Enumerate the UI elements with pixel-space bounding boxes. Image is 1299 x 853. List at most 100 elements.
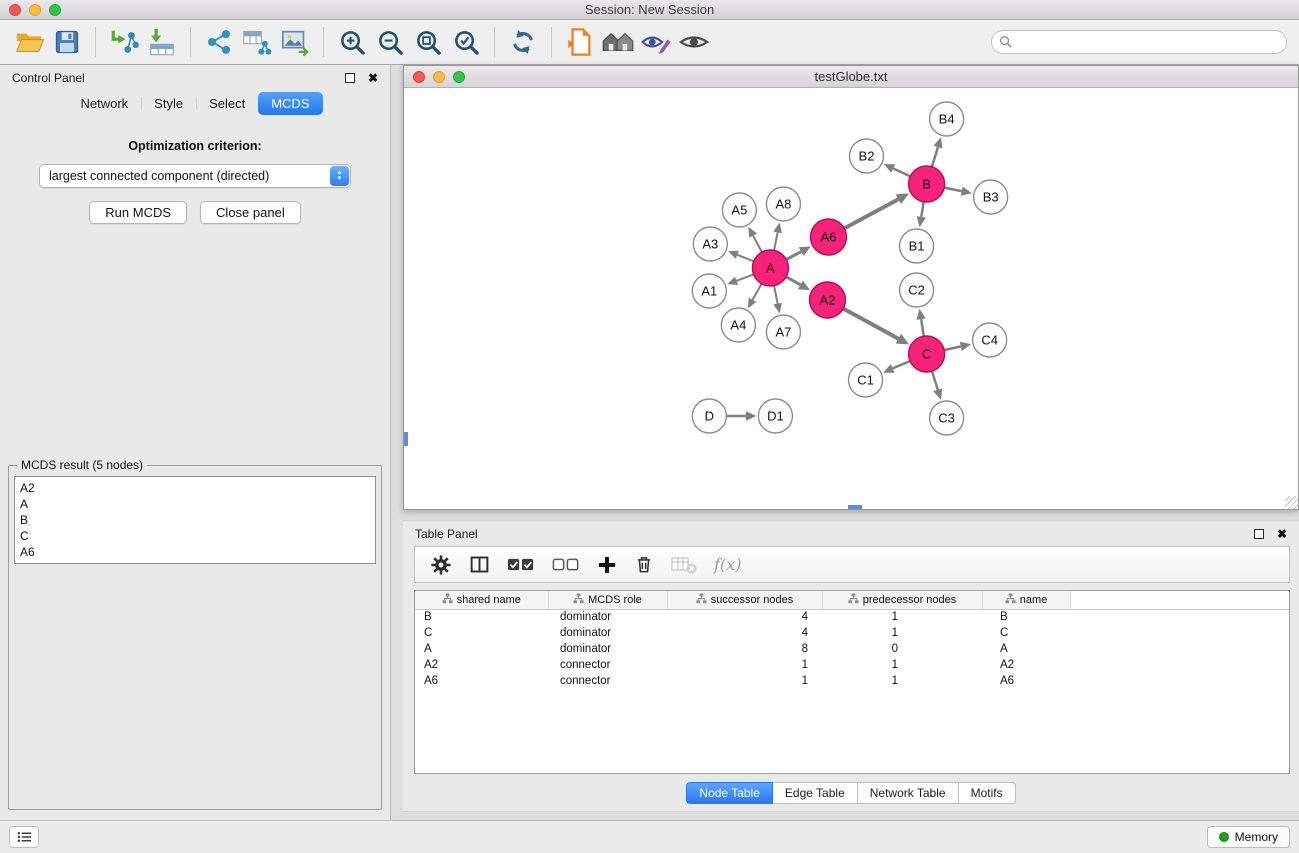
new-network-button[interactable] (200, 24, 238, 60)
close-panel-button[interactable]: Close panel (200, 201, 301, 224)
refresh-view-button[interactable] (504, 24, 542, 60)
close-window-button[interactable] (9, 4, 21, 16)
graph-node-D[interactable]: D (692, 399, 726, 433)
graph-edge-A-A5[interactable] (753, 236, 762, 253)
optimization-criterion-select[interactable]: largest connected component (directed) ▲… (39, 164, 351, 188)
graph-edge-A-A4[interactable] (753, 284, 762, 300)
table-row[interactable]: Adominator80A (415, 641, 1289, 657)
graph-node-B4[interactable]: B4 (930, 102, 964, 136)
tab-select[interactable]: Select (196, 92, 258, 115)
graph-edge-A-A8[interactable] (774, 232, 778, 250)
graph-edge-C-C1[interactable] (893, 361, 910, 368)
show-hide-button[interactable] (675, 24, 713, 60)
zoom-out-button[interactable] (371, 24, 409, 60)
home-view-button[interactable] (599, 24, 637, 60)
table-cell[interactable]: 1 (822, 673, 982, 689)
table-row[interactable]: A6connector11A6 (415, 673, 1289, 689)
import-table-button[interactable] (143, 24, 181, 60)
table-cell[interactable]: 8 (667, 641, 822, 657)
graph-edge-A-A3[interactable] (737, 255, 753, 261)
graph-node-A6[interactable]: A6 (810, 219, 846, 255)
table-cell[interactable]: A6 (415, 673, 548, 689)
table-cell[interactable]: 4 (667, 625, 822, 641)
graph-node-C1[interactable]: C1 (848, 363, 882, 397)
table-cell[interactable]: A2 (415, 657, 548, 673)
minimize-window-button[interactable] (29, 4, 41, 16)
column-sort-icon[interactable] (442, 593, 453, 604)
resize-grip[interactable] (1285, 496, 1298, 509)
graph-edge-C-C3[interactable] (932, 371, 938, 390)
open-file-button[interactable] (561, 24, 599, 60)
column-sort-icon[interactable] (696, 593, 707, 604)
tab-node-table[interactable]: Node Table (686, 782, 773, 804)
new-network-from-table-button[interactable] (238, 24, 276, 60)
table-cell[interactable]: connector (548, 657, 667, 673)
table-cell[interactable]: C (415, 625, 548, 641)
graph-node-A1[interactable]: A1 (692, 274, 726, 308)
close-table-panel-icon[interactable]: ✖ (1277, 528, 1287, 540)
float-table-panel-icon[interactable] (1254, 529, 1264, 539)
vertical-scrollbar-thumb[interactable] (404, 432, 408, 446)
delete-column-button[interactable] (634, 554, 654, 575)
function-builder-button[interactable]: f(x) (714, 555, 741, 574)
graph-node-B1[interactable]: B1 (900, 229, 934, 263)
graph-node-C3[interactable]: C3 (930, 401, 964, 435)
graph-node-C[interactable]: C (909, 336, 945, 372)
graph-edge-A6-B[interactable] (844, 199, 898, 228)
graph-node-C4[interactable]: C4 (973, 323, 1007, 357)
table-row[interactable]: Bdominator41B (415, 609, 1289, 625)
graph-edge-B-B1[interactable] (921, 202, 923, 217)
open-session-button[interactable] (10, 24, 48, 60)
zoom-network-window-button[interactable] (453, 71, 465, 83)
table-cell[interactable]: A2 (982, 657, 1070, 673)
table-cell[interactable]: B (982, 609, 1070, 625)
export-image-button[interactable] (276, 24, 314, 60)
table-cell[interactable]: 1 (822, 657, 982, 673)
close-panel-icon[interactable]: ✖ (368, 72, 378, 84)
save-session-button[interactable] (48, 24, 86, 60)
graph-edge-C-C2[interactable] (921, 319, 924, 336)
horizontal-scrollbar-thumb[interactable] (848, 505, 862, 509)
select-all-rows-button[interactable] (507, 554, 535, 575)
graph-node-A8[interactable]: A8 (766, 187, 800, 221)
mcds-result-item[interactable]: C (20, 528, 370, 544)
tab-network-table[interactable]: Network Table (858, 782, 959, 804)
graph-edge-A-A1[interactable] (736, 274, 753, 280)
task-history-button[interactable] (9, 826, 39, 848)
graph-edge-A2-C[interactable] (843, 309, 898, 339)
mcds-result-item[interactable]: A2 (20, 480, 370, 496)
mcds-result-item[interactable]: A6 (20, 544, 370, 560)
column-header-mcds-role[interactable]: MCDS role (548, 591, 667, 609)
graph-node-B3[interactable]: B3 (974, 180, 1008, 214)
graph-edge-B-B4[interactable] (932, 147, 938, 167)
delete-table-button[interactable] (671, 555, 697, 575)
table-cell[interactable]: A6 (982, 673, 1070, 689)
column-header-shared-name[interactable]: shared name (415, 591, 548, 609)
network-canvas[interactable]: B4B2BB3A5A8A6B1A3AC2A1A2A4A7C4CC1C3DD1 (404, 88, 1298, 509)
table-cell[interactable]: B (415, 609, 548, 625)
graph-node-A7[interactable]: A7 (766, 315, 800, 349)
graph-edge-B-B2[interactable] (893, 169, 910, 177)
graph-node-A2[interactable]: A2 (809, 282, 845, 318)
graph-edge-A-A7[interactable] (774, 286, 778, 304)
column-sort-icon[interactable] (848, 593, 859, 604)
graph-node-B[interactable]: B (909, 166, 945, 202)
zoom-in-button[interactable] (333, 24, 371, 60)
graph-node-C2[interactable]: C2 (900, 273, 934, 307)
graph-node-A4[interactable]: A4 (721, 308, 755, 342)
table-cell[interactable]: A (415, 641, 548, 657)
graph-node-B2[interactable]: B2 (849, 139, 883, 173)
column-sort-icon[interactable] (1005, 593, 1016, 604)
table-cell[interactable]: 0 (822, 641, 982, 657)
select-stepper-icon[interactable]: ▲▼ (330, 166, 349, 186)
graph-edge-A-A2[interactable] (786, 277, 800, 285)
minimize-network-window-button[interactable] (433, 71, 445, 83)
import-network-button[interactable] (105, 24, 143, 60)
annotation-visibility-button[interactable] (637, 24, 675, 60)
graph-edge-B-B3[interactable] (944, 188, 962, 192)
table-cell[interactable]: 4 (667, 609, 822, 625)
close-network-window-button[interactable] (413, 71, 425, 83)
network-window-titlebar[interactable]: testGlobe.txt (404, 66, 1298, 88)
memory-button[interactable]: Memory (1207, 826, 1290, 848)
tab-style[interactable]: Style (141, 92, 196, 115)
